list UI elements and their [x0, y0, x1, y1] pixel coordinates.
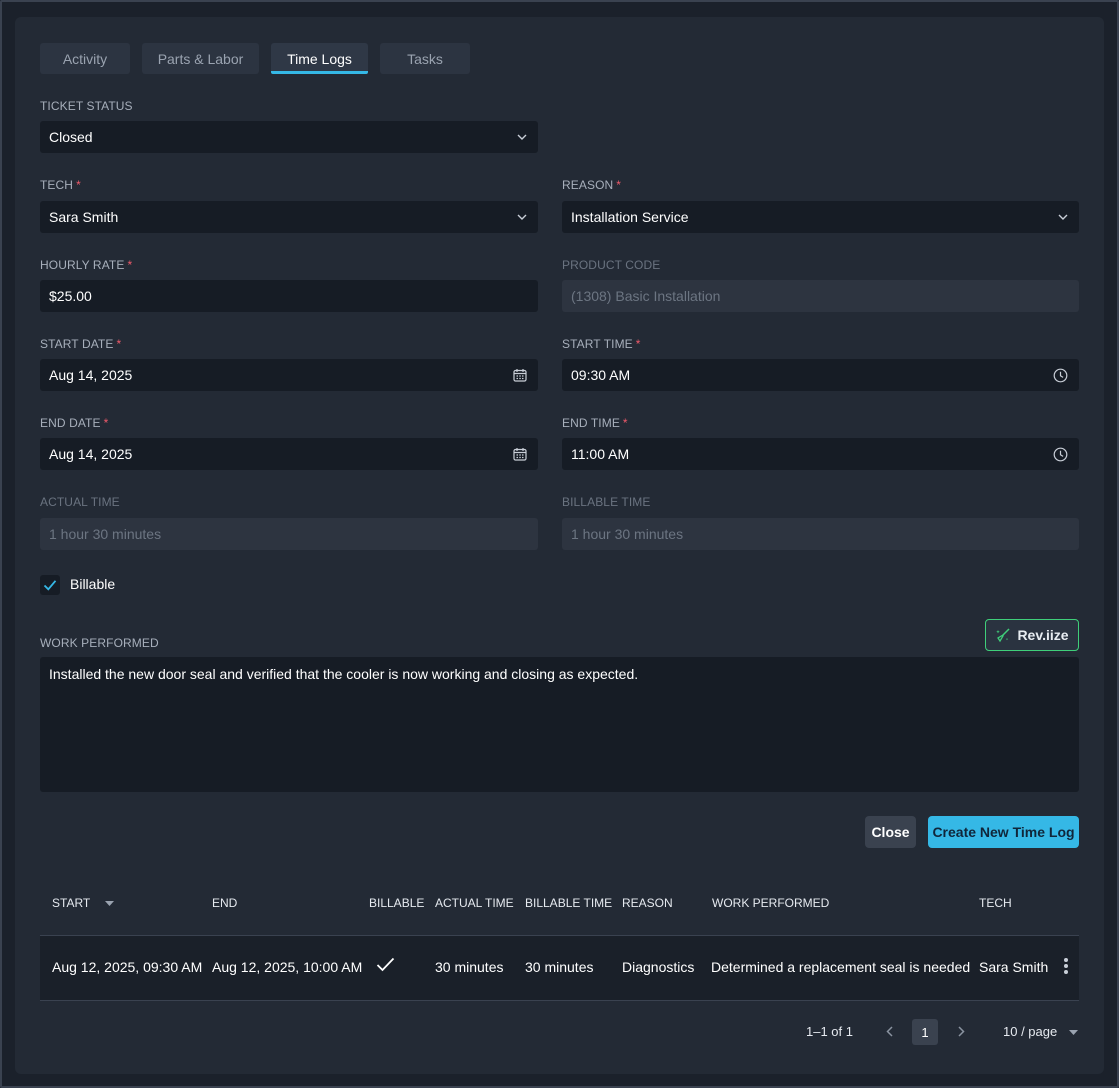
- tech-value: Sara Smith: [49, 209, 119, 225]
- tech-label: TECH *: [40, 178, 81, 192]
- clock-icon[interactable]: [1053, 359, 1068, 391]
- start-time-input[interactable]: 09:30 AM: [562, 359, 1079, 391]
- cell-end: Aug 12, 2025, 10:00 AM: [212, 959, 363, 975]
- pagination-range: 1–1 of 1: [806, 1024, 853, 1039]
- column-header-actual-time[interactable]: ACTUAL TIME: [435, 896, 514, 910]
- start-time-label: START TIME *: [562, 337, 641, 351]
- start-date-label: START DATE *: [40, 337, 122, 351]
- end-time-input[interactable]: 11:00 AM: [562, 438, 1079, 470]
- create-button-label: Create New Time Log: [932, 824, 1075, 840]
- start-date-value: Aug 14, 2025: [49, 367, 133, 383]
- close-button[interactable]: Close: [865, 816, 916, 848]
- hourly-rate-label: HOURLY RATE *: [40, 258, 133, 272]
- hourly-rate-input[interactable]: $25.00: [40, 280, 538, 312]
- product-code-label: PRODUCT CODE: [562, 258, 661, 272]
- revize-button-label: Rev.iize: [1017, 627, 1069, 643]
- start-time-value: 09:30 AM: [571, 367, 631, 383]
- tab-parts-labor[interactable]: Parts & Labor: [142, 43, 259, 74]
- cell-reason: Diagnostics: [622, 959, 695, 975]
- work-performed-textarea[interactable]: Installed the new door seal and verified…: [40, 657, 1079, 792]
- end-date-label: END DATE *: [40, 416, 109, 430]
- billable-time-value: 1 hour 30 minutes: [571, 526, 684, 542]
- end-date-value: Aug 14, 2025: [49, 446, 133, 462]
- tech-select[interactable]: Sara Smith: [40, 201, 538, 233]
- product-code-input: (1308) Basic Installation: [562, 280, 1079, 312]
- pagination-page-1[interactable]: 1: [912, 1019, 938, 1045]
- chevron-down-icon: [517, 121, 527, 153]
- work-performed-value: Installed the new door seal and verified…: [49, 666, 639, 682]
- chevron-left-icon[interactable]: [877, 1019, 901, 1043]
- calendar-icon[interactable]: [513, 438, 527, 470]
- cell-work-performed: Determined a replacement seal is needed: [711, 959, 971, 975]
- column-header-reason[interactable]: REASON: [622, 896, 673, 910]
- revize-button[interactable]: Rev.iize: [985, 619, 1079, 651]
- column-header-billable-time[interactable]: BILLABLE TIME: [525, 896, 612, 910]
- hourly-rate-value: $25.00: [49, 288, 92, 304]
- tab-tasks[interactable]: Tasks: [380, 43, 470, 74]
- billable-time-input: 1 hour 30 minutes: [562, 518, 1079, 550]
- reason-label: REASON *: [562, 178, 622, 192]
- ticket-status-value: Closed: [49, 129, 93, 145]
- cell-tech: Sara Smith: [979, 959, 1049, 975]
- sort-caret-icon: [105, 901, 115, 907]
- cell-start: Aug 12, 2025, 09:30 AM: [52, 959, 203, 975]
- actual-time-value: 1 hour 30 minutes: [49, 526, 162, 542]
- check-icon: [376, 957, 395, 972]
- end-time-value: 11:00 AM: [571, 446, 630, 462]
- reason-value: Installation Service: [571, 209, 689, 225]
- billable-time-label: BILLABLE TIME: [562, 495, 651, 509]
- product-code-value: (1308) Basic Installation: [571, 288, 721, 304]
- tab-label: Parts & Labor: [157, 50, 244, 67]
- actual-time-input: 1 hour 30 minutes: [40, 518, 538, 550]
- end-time-label: END TIME *: [562, 416, 628, 430]
- cell-billable-time: 30 minutes: [525, 959, 594, 975]
- work-performed-label: WORK PERFORMED: [40, 636, 159, 650]
- column-header-work-performed[interactable]: WORK PERFORMED: [712, 896, 829, 910]
- create-new-time-log-button[interactable]: Create New Time Log: [928, 816, 1079, 848]
- chevron-right-icon[interactable]: [949, 1019, 973, 1043]
- reason-select[interactable]: Installation Service: [562, 201, 1079, 233]
- tab-activity[interactable]: Activity: [40, 43, 130, 74]
- broom-sparkle-icon: [995, 627, 1011, 643]
- row-actions-kebab-icon[interactable]: [1062, 958, 1070, 978]
- chevron-down-icon: [1068, 1030, 1078, 1036]
- cell-actual-time: 30 minutes: [435, 959, 504, 975]
- end-date-input[interactable]: Aug 14, 2025: [40, 438, 538, 470]
- tab-time-logs[interactable]: Time Logs: [271, 43, 368, 74]
- billable-checkbox[interactable]: [40, 575, 60, 595]
- start-date-input[interactable]: Aug 14, 2025: [40, 359, 538, 391]
- table-row-divider: [40, 1000, 1079, 1001]
- chevron-down-icon: [517, 201, 527, 233]
- clock-icon[interactable]: [1053, 438, 1068, 470]
- column-header-billable[interactable]: BILLABLE: [369, 896, 424, 910]
- column-header-start[interactable]: START: [52, 896, 115, 910]
- ticket-status-select[interactable]: Closed: [40, 121, 538, 153]
- check-icon: [43, 579, 57, 591]
- close-button-label: Close: [871, 824, 910, 840]
- column-header-end[interactable]: END: [212, 896, 237, 910]
- tab-label: Time Logs: [287, 50, 352, 67]
- actual-time-label: ACTUAL TIME: [40, 495, 120, 509]
- column-header-tech[interactable]: TECH: [979, 896, 1012, 910]
- tab-label: Activity: [62, 50, 108, 67]
- page-size-select[interactable]: 10 / page: [1003, 1024, 1078, 1039]
- billable-checkbox-label[interactable]: Billable: [70, 576, 115, 592]
- chevron-down-icon: [1058, 201, 1068, 233]
- calendar-icon[interactable]: [513, 359, 527, 391]
- page-size-value: 10 / page: [1003, 1024, 1058, 1039]
- ticket-status-label: TICKET STATUS: [40, 99, 133, 113]
- tab-label: Tasks: [407, 50, 443, 67]
